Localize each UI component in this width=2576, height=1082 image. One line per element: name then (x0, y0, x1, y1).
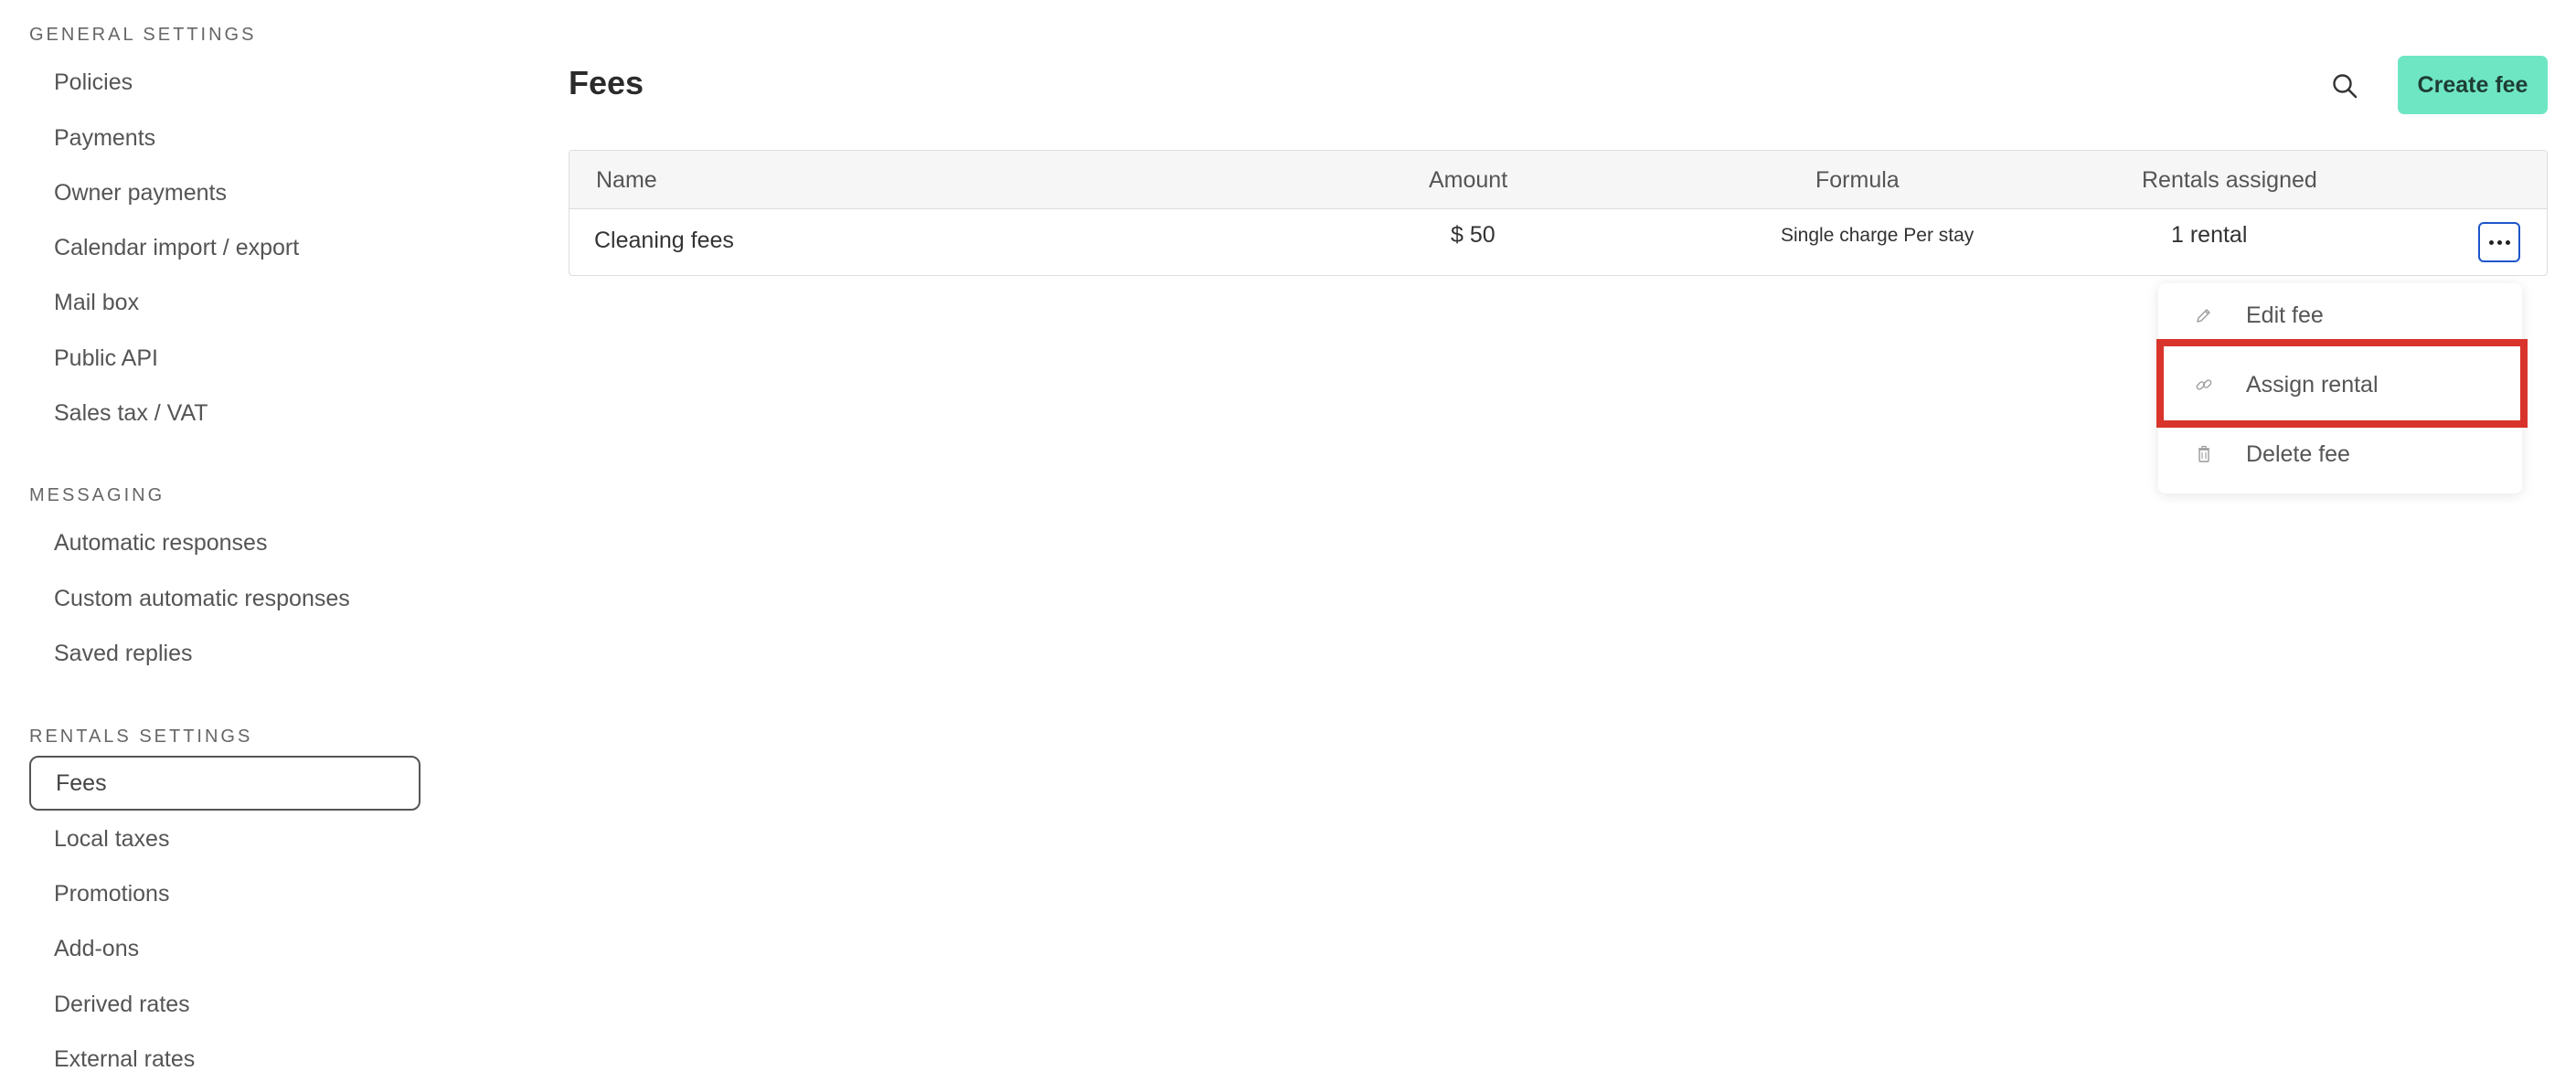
cell-formula: Single charge Per stay (1781, 225, 1975, 246)
cell-rentals-assigned: 1 rental (2171, 222, 2248, 248)
sidebar-item-saved-replies[interactable]: Saved replies (29, 626, 420, 681)
column-header-formula: Formula (1815, 167, 1900, 193)
sidebar-item-local-taxes[interactable]: Local taxes (29, 812, 420, 866)
pencil-icon (2195, 306, 2213, 324)
settings-page: GENERAL SETTINGS Policies Payments Owner… (0, 0, 2576, 1082)
column-header-amount: Amount (1429, 167, 1508, 193)
section-title-messaging: MESSAGING (29, 485, 165, 505)
sidebar-item-automatic-responses[interactable]: Automatic responses (29, 515, 420, 570)
sidebar-item-promotions[interactable]: Promotions (29, 866, 420, 921)
sidebar-item-mail-box[interactable]: Mail box (29, 275, 420, 330)
create-fee-button[interactable]: Create fee (2398, 56, 2548, 114)
trash-icon (2195, 445, 2213, 463)
sidebar-item-sales-tax-vat[interactable]: Sales tax / VAT (29, 386, 420, 440)
table-header: Name Amount Formula Rentals assigned (569, 151, 2547, 209)
page-title: Fees (569, 64, 644, 101)
link-icon (2195, 376, 2213, 394)
column-header-name: Name (596, 167, 657, 193)
menu-item-edit-fee[interactable]: Edit fee (2158, 283, 2522, 347)
menu-item-assign-rental[interactable]: Assign rental (2158, 353, 2522, 417)
sidebar-item-fees[interactable]: Fees (29, 756, 420, 811)
section-title-general: GENERAL SETTINGS (29, 25, 257, 45)
column-header-rentals-assigned: Rentals assigned (2142, 167, 2317, 193)
menu-item-label: Assign rental (2246, 371, 2379, 398)
settings-sidebar: GENERAL SETTINGS Policies Payments Owner… (0, 0, 439, 1082)
fees-table: Name Amount Formula Rentals assigned Cle… (569, 150, 2548, 276)
row-actions-button[interactable] (2478, 222, 2520, 262)
cell-fee-name: Cleaning fees (594, 228, 734, 253)
sidebar-item-custom-automatic-responses[interactable]: Custom automatic responses (29, 571, 420, 626)
sidebar-item-public-api[interactable]: Public API (29, 331, 420, 386)
menu-item-label: Edit fee (2246, 302, 2324, 328)
menu-item-delete-fee[interactable]: Delete fee (2158, 422, 2522, 486)
sidebar-item-payments[interactable]: Payments (29, 111, 420, 165)
search-icon (2333, 74, 2358, 99)
sidebar-item-external-rates[interactable]: External rates (29, 1032, 420, 1082)
row-actions-menu: Edit fee Assign rental Delete fee (2158, 283, 2522, 493)
menu-item-label: Delete fee (2246, 440, 2350, 467)
sidebar-item-add-ons[interactable]: Add-ons (29, 921, 420, 976)
sidebar-item-policies[interactable]: Policies (29, 55, 420, 110)
sidebar-item-owner-payments[interactable]: Owner payments (29, 165, 420, 220)
sidebar-item-derived-rates[interactable]: Derived rates (29, 977, 420, 1032)
search-button[interactable] (2326, 67, 2364, 105)
more-horizontal-icon (2488, 239, 2494, 245)
cell-amount: $ 50 (1451, 222, 1496, 248)
sidebar-item-calendar-import-export[interactable]: Calendar import / export (29, 220, 420, 275)
section-title-rentals-settings: RENTALS SETTINGS (29, 727, 253, 747)
